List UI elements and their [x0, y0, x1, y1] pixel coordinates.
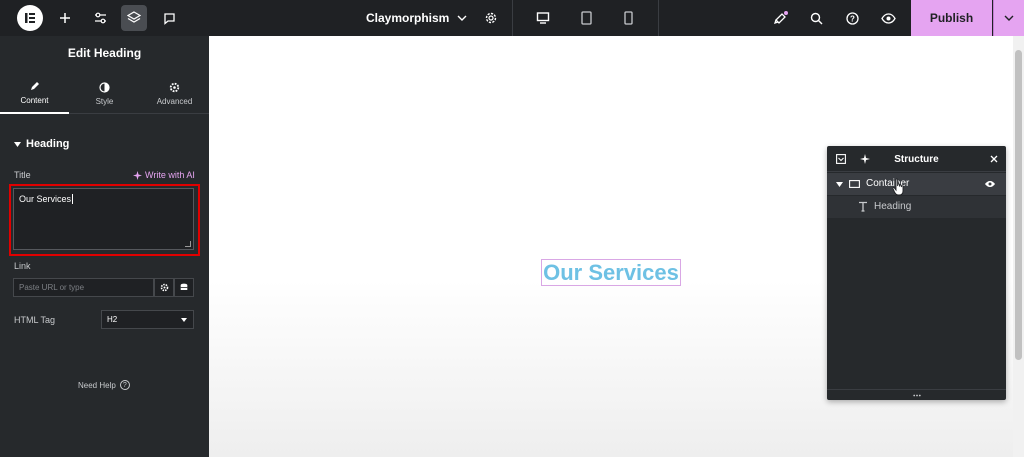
title-label: Title: [14, 170, 31, 180]
tab-advanced-label: Advanced: [156, 97, 193, 106]
link-input[interactable]: Paste URL or type: [13, 278, 154, 297]
dynamic-tags-button[interactable]: [174, 278, 194, 297]
tab-content-label: Content: [20, 96, 49, 105]
database-icon: [180, 283, 188, 290]
search-icon[interactable]: [807, 0, 825, 36]
tab-advanced[interactable]: Advanced: [140, 72, 209, 114]
hand-cursor-icon: [892, 178, 904, 196]
half-circle-icon: [99, 80, 110, 94]
add-icon[interactable]: [56, 0, 74, 36]
html-tag-value: H2: [107, 315, 118, 324]
layers-icon[interactable]: [121, 5, 147, 31]
site-name-label: Claymorphism: [366, 11, 450, 25]
heading-widget[interactable]: Our Services: [541, 259, 681, 286]
publish-options-button[interactable]: [993, 0, 1024, 36]
chevron-down-icon: [457, 15, 467, 21]
write-with-ai-label: Write with AI: [145, 170, 195, 180]
caret-down-icon: [836, 182, 843, 187]
structure-item-label: Heading: [874, 201, 912, 212]
editor-panel: Edit Heading Content Style Advanced Head…: [0, 36, 209, 457]
section-heading-toggle[interactable]: Heading: [14, 138, 69, 150]
ai-sparkle-icon: [133, 170, 142, 180]
link-placeholder: Paste URL or type: [19, 283, 85, 292]
scrollbar[interactable]: [1013, 36, 1024, 457]
close-icon[interactable]: [990, 155, 998, 163]
panel-title: Edit Heading: [67, 45, 142, 60]
need-help-label: Need Help: [78, 380, 116, 390]
need-help-link[interactable]: Need Help ?: [78, 380, 130, 390]
caret-down-icon: [14, 141, 21, 147]
svg-text:?: ?: [850, 14, 855, 23]
caret-down-icon: [181, 318, 187, 322]
link-options-button[interactable]: [154, 278, 174, 297]
help-icon: ?: [119, 380, 130, 390]
heading-t-icon: [859, 201, 867, 212]
html-tag-select[interactable]: H2: [101, 310, 194, 329]
pencil-icon: [29, 79, 40, 93]
link-label: Link: [14, 261, 31, 271]
gear-icon: [169, 80, 180, 94]
tablet-icon[interactable]: [577, 0, 595, 36]
heading-text: Our Services: [543, 259, 679, 285]
container-icon: [849, 180, 860, 188]
comments-icon[interactable]: [160, 0, 178, 36]
html-tag-label: HTML Tag: [14, 315, 56, 325]
eye-icon[interactable]: [984, 180, 996, 188]
scrollbar-thumb[interactable]: [1015, 50, 1022, 360]
publish-label: Publish: [929, 11, 974, 25]
site-name[interactable]: Claymorphism: [366, 0, 467, 36]
elementor-logo-icon[interactable]: [17, 5, 43, 31]
highlight-box: [9, 184, 200, 256]
chevron-down-icon: [1004, 15, 1014, 21]
panel-tabs: Content Style Advanced: [0, 72, 209, 114]
structure-item-heading[interactable]: Heading: [827, 196, 1006, 218]
gear-icon: [160, 283, 168, 292]
more-dots-icon: [912, 394, 921, 396]
tab-style[interactable]: Style: [70, 72, 139, 114]
mobile-icon[interactable]: [619, 0, 637, 36]
tab-style-label: Style: [95, 97, 114, 106]
structure-item-container[interactable]: Container: [827, 173, 1006, 195]
settings-sliders-icon[interactable]: [91, 0, 109, 36]
section-heading-label: Heading: [26, 138, 70, 150]
structure-panel: Structure Container Heading: [827, 146, 1006, 400]
write-with-ai-button[interactable]: Write with AI: [133, 170, 195, 180]
tab-content[interactable]: Content: [0, 72, 69, 114]
structure-header: Structure: [827, 146, 1006, 172]
publish-button[interactable]: Publish: [911, 0, 992, 36]
structure-title: Structure: [894, 153, 939, 165]
gear-icon[interactable]: [482, 0, 500, 36]
desktop-icon[interactable]: [530, 5, 556, 31]
preview-eye-icon[interactable]: [879, 0, 897, 36]
divider: [512, 0, 513, 36]
structure-resize-handle[interactable]: [827, 389, 1006, 400]
top-bar: Claymorphism ? Publish: [0, 0, 1024, 36]
help-icon[interactable]: ?: [843, 0, 861, 36]
whats-new-icon[interactable]: [772, 0, 790, 36]
divider: [658, 0, 659, 36]
